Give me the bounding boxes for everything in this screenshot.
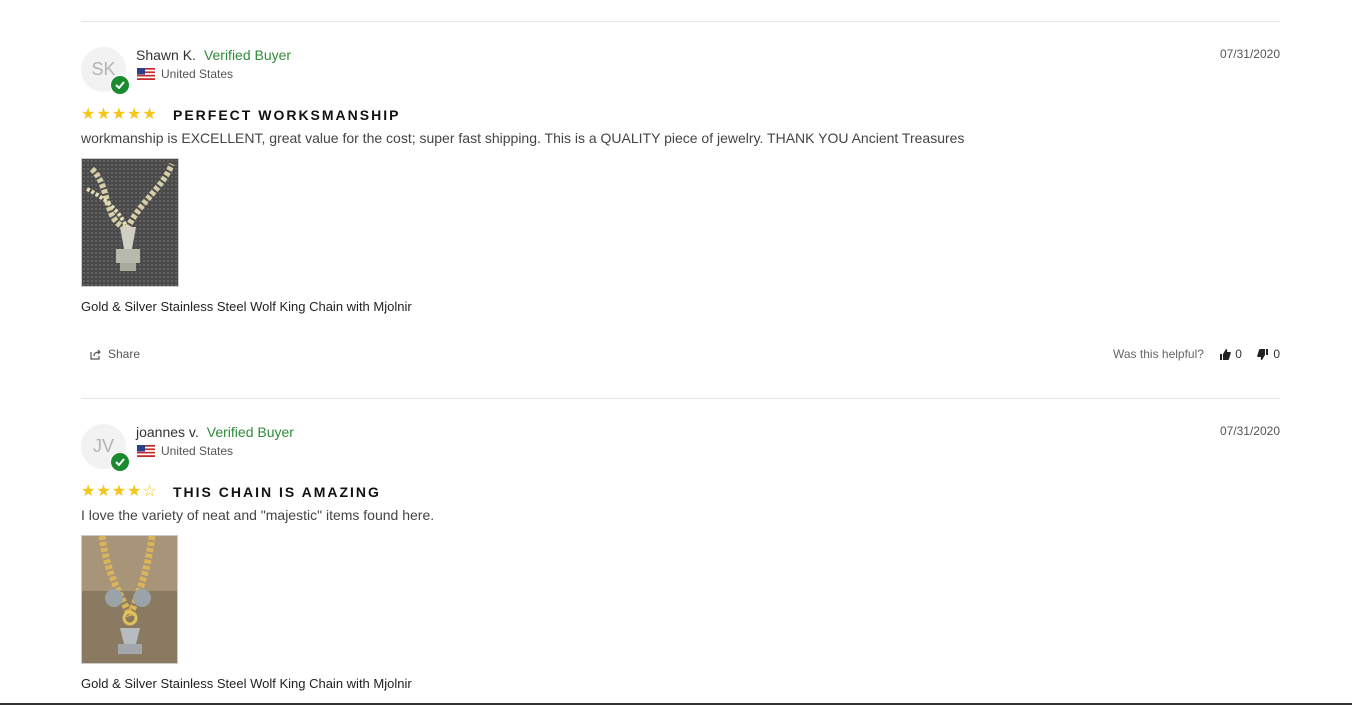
review-date: 07/31/2020 <box>1219 424 1280 438</box>
share-icon <box>90 349 101 360</box>
thumbs-down-icon[interactable] <box>1257 349 1269 363</box>
location-text: United States <box>161 67 234 81</box>
review-photo[interactable] <box>81 158 179 287</box>
review-body: workmanship is EXCELLENT, great value fo… <box>81 130 965 146</box>
thumbs-up-count: 0 <box>1235 347 1242 361</box>
avatar: SK <box>81 47 130 95</box>
rating-stars: ★★★★☆ <box>81 483 158 500</box>
review-date: 07/31/2020 <box>1219 47 1280 61</box>
review-item: JV joannes v. Verified Buyer United State… <box>81 424 1280 703</box>
reviewer-name: joannes v. <box>136 424 199 440</box>
thumbs-up-icon[interactable] <box>1219 349 1232 363</box>
share-label: Share <box>108 347 141 361</box>
review-divider <box>81 398 1280 399</box>
product-name[interactable]: Gold & Silver Stainless Steel Wolf King … <box>81 299 412 314</box>
review-title: THIS CHAIN IS AMAZING <box>173 484 381 500</box>
verified-check-icon <box>110 452 130 472</box>
review-divider <box>81 21 1280 22</box>
reviewer-header: Shawn K. Verified Buyer <box>136 47 291 63</box>
location-text: United States <box>161 444 234 458</box>
reviewer-name: Shawn K. <box>136 47 196 63</box>
avatar-initials: SK <box>91 59 116 79</box>
verified-buyer-label: Verified Buyer <box>206 424 294 440</box>
review-item: SK Shawn K. Verified Buyer United States … <box>81 47 1280 377</box>
verified-buyer-label: Verified Buyer <box>203 47 292 63</box>
review-title: PERFECT WORKSMANSHIP <box>173 107 401 123</box>
review-photo[interactable] <box>81 535 178 664</box>
review-body: I love the variety of neat and "majestic… <box>81 507 435 523</box>
rating-stars: ★★★★★ <box>81 106 158 123</box>
reviewer-header: joannes v. Verified Buyer <box>136 424 294 440</box>
us-flag-icon <box>137 445 155 460</box>
thumbs-down-count: 0 <box>1273 347 1280 361</box>
share-button[interactable]: Share <box>90 347 140 361</box>
reviewer-location: United States <box>137 444 233 460</box>
us-flag-icon <box>137 68 155 83</box>
avatar-initials: JV <box>92 436 114 456</box>
verified-check-icon <box>110 75 130 95</box>
helpful-label: Was this helpful? <box>1113 347 1204 361</box>
product-name[interactable]: Gold & Silver Stainless Steel Wolf King … <box>81 676 412 691</box>
helpful-votes: Was this helpful? 0 0 <box>1113 347 1280 363</box>
reviewer-location: United States <box>137 67 233 83</box>
avatar: JV <box>81 424 130 472</box>
